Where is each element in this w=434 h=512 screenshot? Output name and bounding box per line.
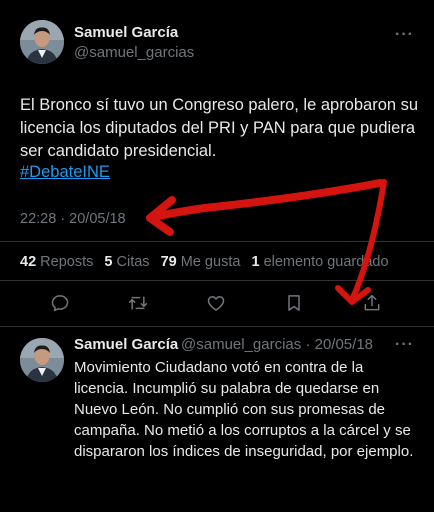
profile-photo-icon bbox=[20, 20, 64, 64]
action-bar bbox=[0, 291, 434, 317]
share-icon bbox=[364, 294, 380, 311]
reply-more-options-icon[interactable]: ··· bbox=[395, 336, 414, 354]
reposts-label: Reposts bbox=[40, 254, 94, 270]
reposts-count: 42 bbox=[20, 254, 37, 270]
bookmark-icon bbox=[288, 295, 300, 311]
like-button[interactable] bbox=[204, 291, 228, 315]
reply-icon bbox=[51, 295, 69, 312]
reply-author-name[interactable]: Samuel García bbox=[74, 336, 178, 353]
hashtag-link[interactable]: #DebateINE bbox=[20, 163, 110, 182]
reply-button[interactable] bbox=[48, 291, 72, 315]
likes-stat[interactable]: 79 Me gusta bbox=[161, 254, 241, 270]
bookmarks-count: 1 bbox=[251, 254, 260, 270]
divider bbox=[0, 326, 434, 327]
repost-icon bbox=[128, 296, 148, 310]
profile-photo-icon bbox=[20, 338, 64, 382]
bookmark-button[interactable] bbox=[282, 291, 306, 315]
divider bbox=[0, 280, 434, 281]
reply-author-handle[interactable]: @samuel_garcias · 20/05/18 bbox=[181, 336, 373, 353]
avatar[interactable] bbox=[20, 20, 64, 64]
engagement-stats: 42 Reposts 5 Citas 79 Me gusta 1 element… bbox=[20, 254, 396, 270]
like-icon bbox=[207, 296, 225, 311]
tweet-text: El Bronco sí tuvo un Congreso palero, le… bbox=[20, 96, 419, 160]
quotes-label: Citas bbox=[116, 254, 150, 270]
quotes-stat[interactable]: 5 Citas bbox=[104, 254, 149, 270]
divider bbox=[0, 241, 434, 242]
bookmarks-stat[interactable]: 1 elemento guardado bbox=[251, 254, 388, 270]
likes-count: 79 bbox=[160, 254, 177, 270]
reply-avatar[interactable] bbox=[20, 338, 64, 382]
repost-button[interactable] bbox=[126, 291, 150, 315]
author-handle[interactable]: @samuel_garcias bbox=[74, 44, 194, 61]
tweet-timestamp[interactable]: 22:28 · 20/05/18 bbox=[20, 211, 126, 227]
likes-label: Me gusta bbox=[180, 254, 241, 270]
reply-text: Movimiento Ciudadano votó en contra de l… bbox=[74, 359, 414, 460]
quotes-count: 5 bbox=[104, 254, 113, 270]
more-options-icon[interactable]: ··· bbox=[395, 26, 414, 44]
bookmarks-label: elemento guardado bbox=[263, 254, 389, 270]
reposts-stat[interactable]: 42 Reposts bbox=[20, 254, 93, 270]
main-tweet: Samuel García @samuel_garcias ··· El Bro… bbox=[0, 0, 434, 330]
share-button[interactable] bbox=[360, 291, 384, 315]
author-name[interactable]: Samuel García bbox=[74, 24, 178, 41]
